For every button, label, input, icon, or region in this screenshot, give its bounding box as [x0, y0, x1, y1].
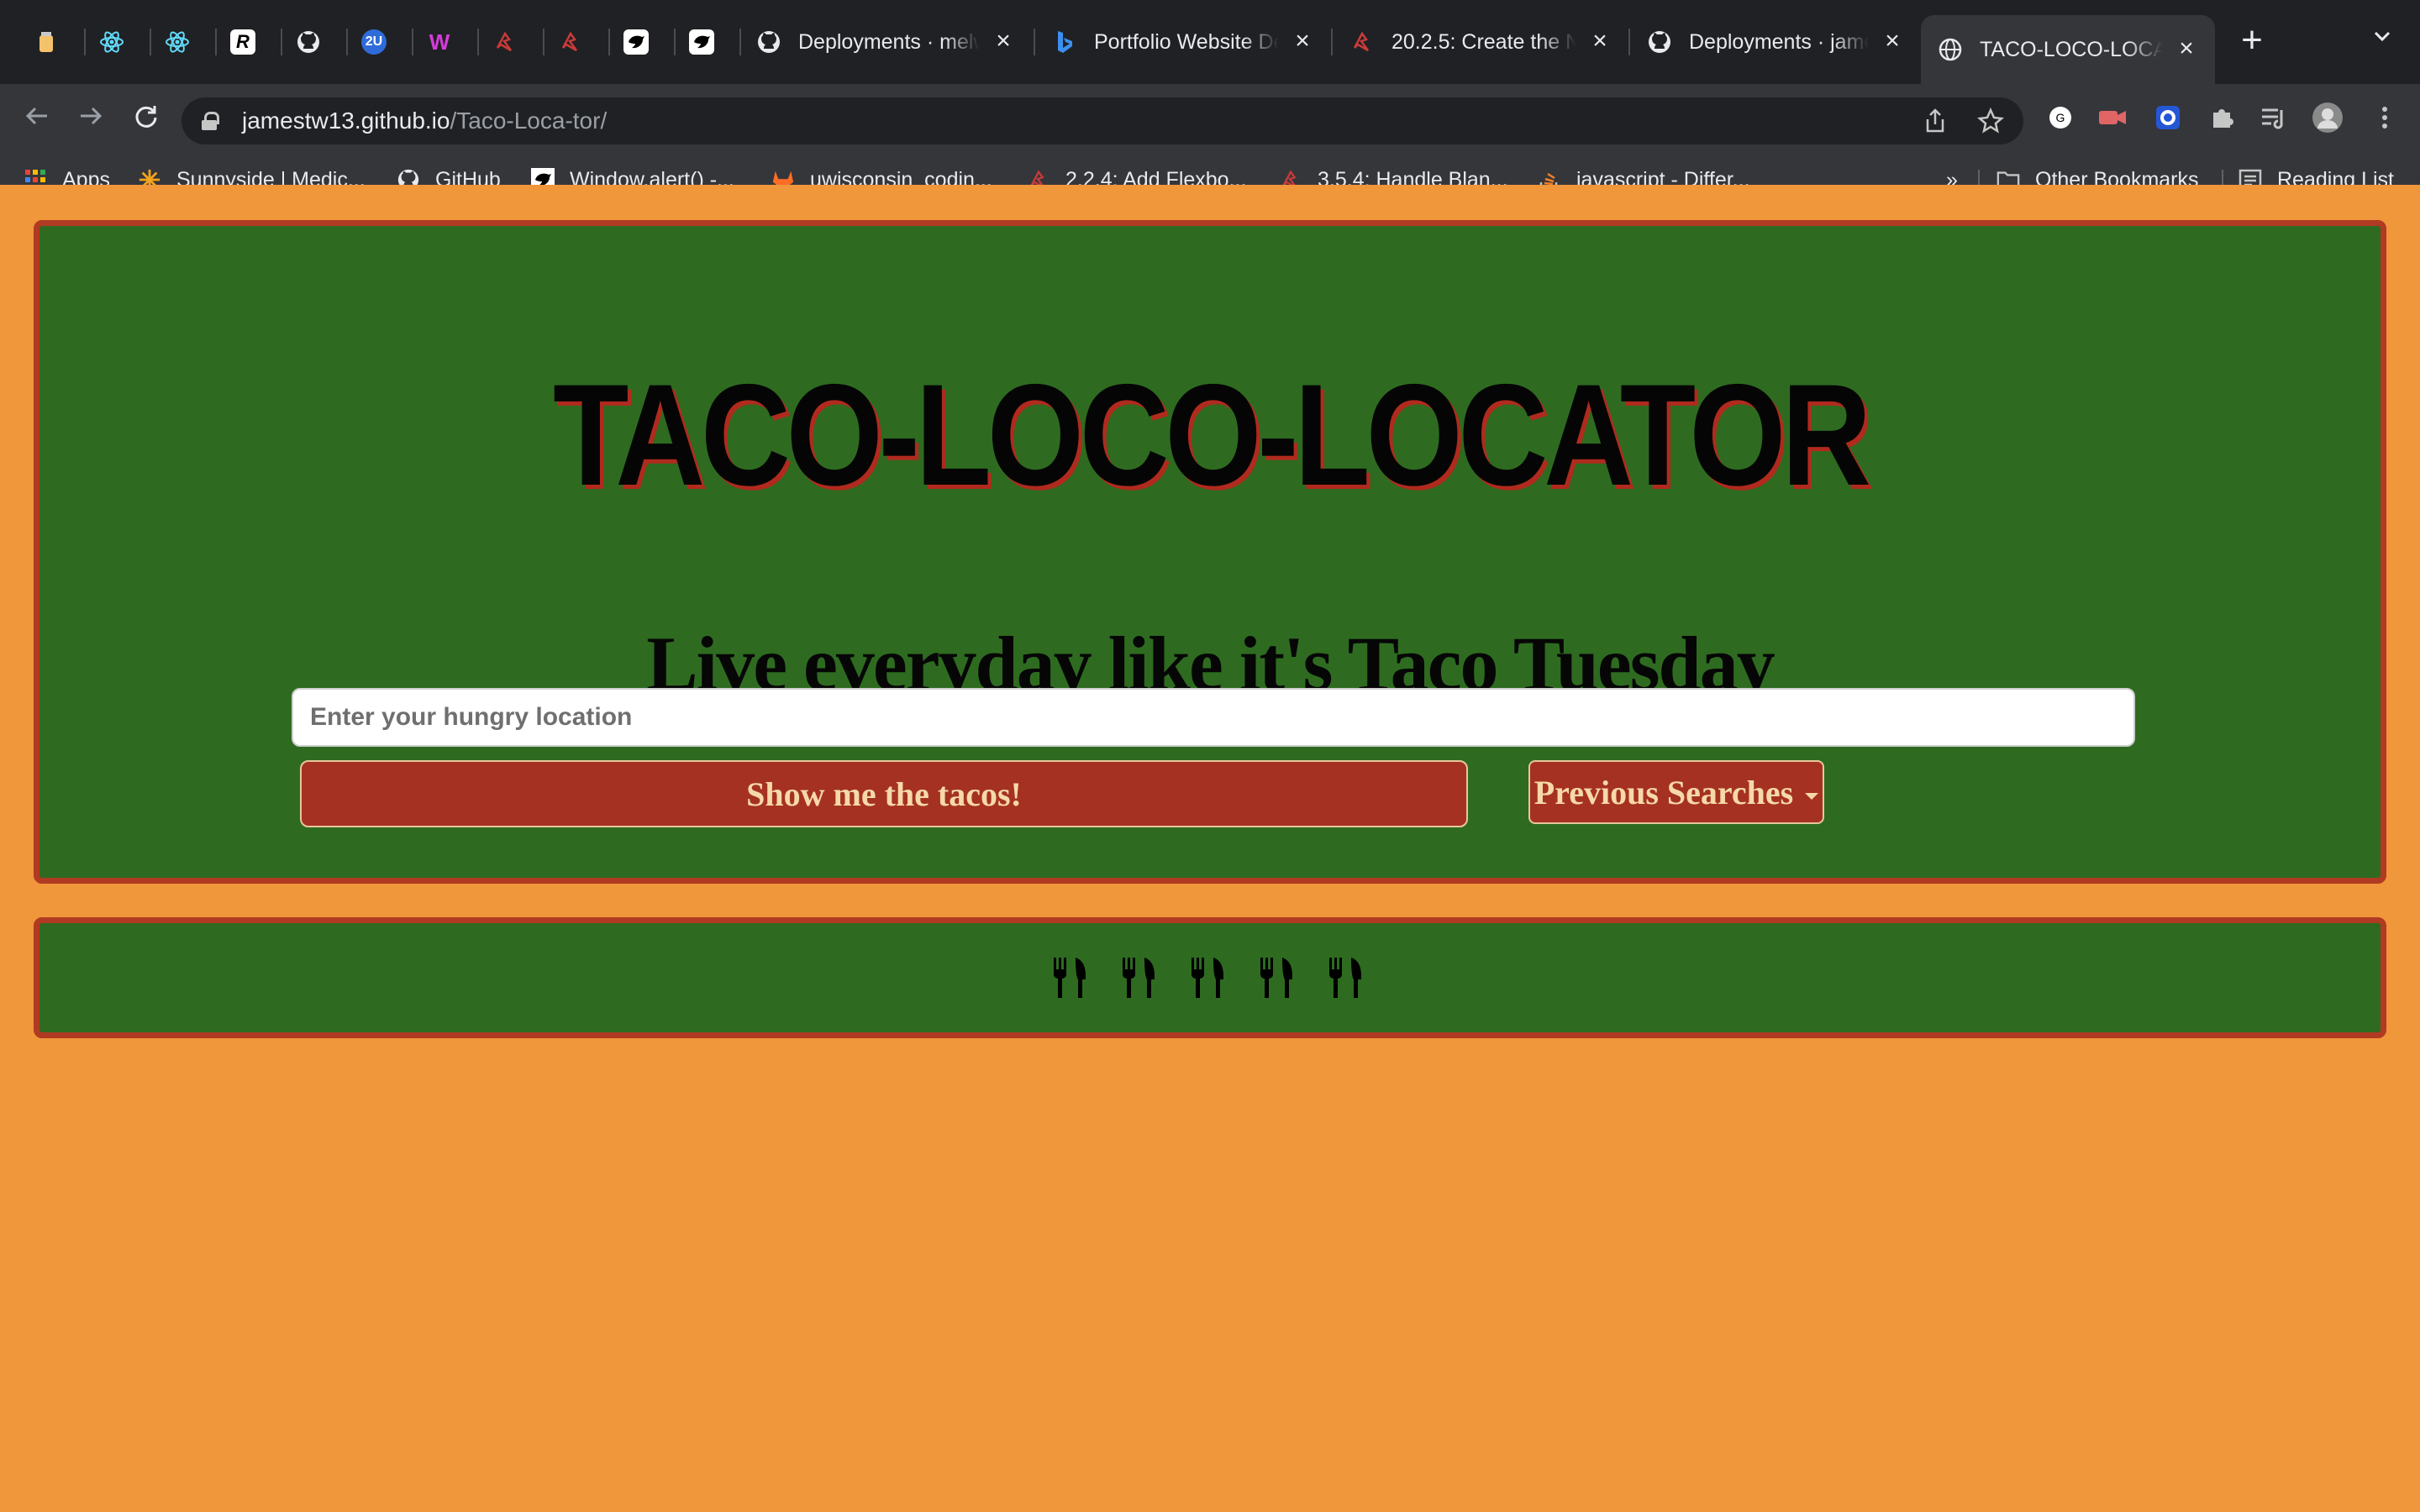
- react-icon: [165, 29, 190, 55]
- url-host: jamestw13.github.io: [242, 108, 450, 134]
- browser-toolbar: jamestw13.github.io/Taco-Loca-tor/ G App…: [0, 84, 2420, 202]
- forward-button[interactable]: [71, 101, 111, 141]
- jar-icon: [34, 29, 59, 55]
- close-icon[interactable]: ×: [2175, 36, 2198, 61]
- show-tacos-button[interactable]: Show me the tacos!: [300, 760, 1468, 827]
- utensils-icon: [1192, 958, 1223, 998]
- extension-grammar-icon[interactable]: G: [2044, 101, 2077, 134]
- w-icon: W: [429, 29, 450, 55]
- bird-icon: [689, 29, 714, 55]
- media-controls-icon[interactable]: [2257, 101, 2291, 134]
- tab-title: Portfolio Website De: [1094, 29, 1279, 54]
- tab-portfolio-website[interactable]: Portfolio Website De ×: [1035, 15, 1331, 69]
- bing-icon: [1052, 29, 1077, 55]
- reload-icon: [135, 106, 157, 128]
- tab-title: 20.2.5: Create the N: [1392, 29, 1576, 54]
- location-search-input[interactable]: [292, 688, 2135, 747]
- tab-title: TACO-LOCO-LOCAT: [1980, 37, 2163, 61]
- pinned-tab-1[interactable]: [13, 15, 79, 69]
- tab-taco-loco-locator[interactable]: TACO-LOCO-LOCAT ×: [1921, 15, 2215, 84]
- pinned-tab-5[interactable]: [276, 15, 341, 69]
- svg-text:G: G: [2056, 111, 2065, 124]
- utensils-icon: [1054, 958, 1086, 998]
- tab-deployments-melw[interactable]: Deployments · melw ×: [739, 15, 1032, 69]
- address-bar[interactable]: jamestw13.github.io/Taco-Loca-tor/: [182, 97, 2023, 144]
- reload-button[interactable]: [126, 101, 166, 141]
- profile-avatar[interactable]: [2311, 101, 2344, 134]
- replit-icon: R: [230, 29, 255, 55]
- url-text: jamestw13.github.io/Taco-Loca-tor/: [242, 108, 607, 134]
- share-icon[interactable]: [1921, 108, 1949, 136]
- pinned-tab-8[interactable]: [472, 15, 538, 69]
- pinned-tab-4[interactable]: R: [210, 15, 276, 69]
- bird-icon: [623, 29, 649, 55]
- extensions-puzzle-icon[interactable]: [2205, 101, 2238, 134]
- page-body: TACO-LOCO-LOCATOR Live everyday like it'…: [0, 185, 2420, 1512]
- previous-searches-dropdown[interactable]: Previous Searches: [1528, 760, 1824, 824]
- tab-search-chevron-icon[interactable]: [2368, 25, 2396, 54]
- caret-down-icon: [1805, 793, 1819, 800]
- react-icon: [99, 29, 124, 55]
- utensils-icon: [1329, 958, 1361, 998]
- globe-icon: [1938, 37, 1963, 62]
- close-icon[interactable]: ×: [1588, 29, 1612, 54]
- show-tacos-label: Show me the tacos!: [746, 774, 1022, 813]
- extension-circle-icon[interactable]: [2151, 101, 2185, 134]
- lock-icon: [202, 112, 219, 130]
- github-icon: [296, 29, 321, 55]
- pinned-tab-3[interactable]: [145, 15, 210, 69]
- results-panel: [34, 917, 2386, 1038]
- close-icon[interactable]: ×: [992, 29, 1015, 54]
- github-icon: [756, 29, 781, 55]
- bootcamp-icon: [558, 29, 583, 55]
- bootcamp-icon: [1349, 29, 1375, 55]
- bookmark-star-icon[interactable]: [1976, 107, 2005, 136]
- previous-searches-label: Previous Searches: [1534, 773, 1794, 811]
- pinned-tab-7[interactable]: W: [407, 15, 472, 69]
- pinned-tab-9[interactable]: [538, 15, 603, 69]
- browser-menu-icon[interactable]: [2368, 101, 2402, 134]
- pinned-tab-6[interactable]: 2U: [341, 15, 407, 69]
- utensils-icon: [1123, 958, 1155, 998]
- site-title: TACO-LOCO-LOCATOR: [553, 354, 1871, 516]
- close-icon[interactable]: ×: [1291, 29, 1314, 54]
- back-button[interactable]: [17, 101, 57, 141]
- hero-panel: TACO-LOCO-LOCATOR Live everyday like it'…: [34, 220, 2386, 884]
- extension-record-icon[interactable]: [2096, 101, 2129, 134]
- forward-arrow-icon: [81, 107, 103, 125]
- close-icon[interactable]: ×: [1881, 29, 1904, 54]
- url-path: /Taco-Loca-tor/: [450, 108, 608, 134]
- tab-strip: R 2U W Deployments · melw × Portfolio We…: [0, 0, 2420, 84]
- 2u-icon: 2U: [361, 29, 387, 55]
- pinned-tab-11[interactable]: [669, 15, 734, 69]
- utensils-icon: [1260, 958, 1292, 998]
- new-tab-button[interactable]: +: [2233, 22, 2270, 60]
- tab-create-the[interactable]: 20.2.5: Create the N ×: [1333, 15, 1628, 69]
- tab-title: Deployments · jame: [1689, 29, 1869, 54]
- tab-deployments-jame[interactable]: Deployments · jame ×: [1630, 15, 1921, 69]
- pinned-tab-10[interactable]: [603, 15, 669, 69]
- pinned-tab-2[interactable]: [79, 15, 145, 69]
- github-icon: [1647, 29, 1672, 55]
- back-arrow-icon: [25, 107, 47, 125]
- bootcamp-icon: [492, 29, 518, 55]
- tab-title: Deployments · melw: [798, 29, 980, 54]
